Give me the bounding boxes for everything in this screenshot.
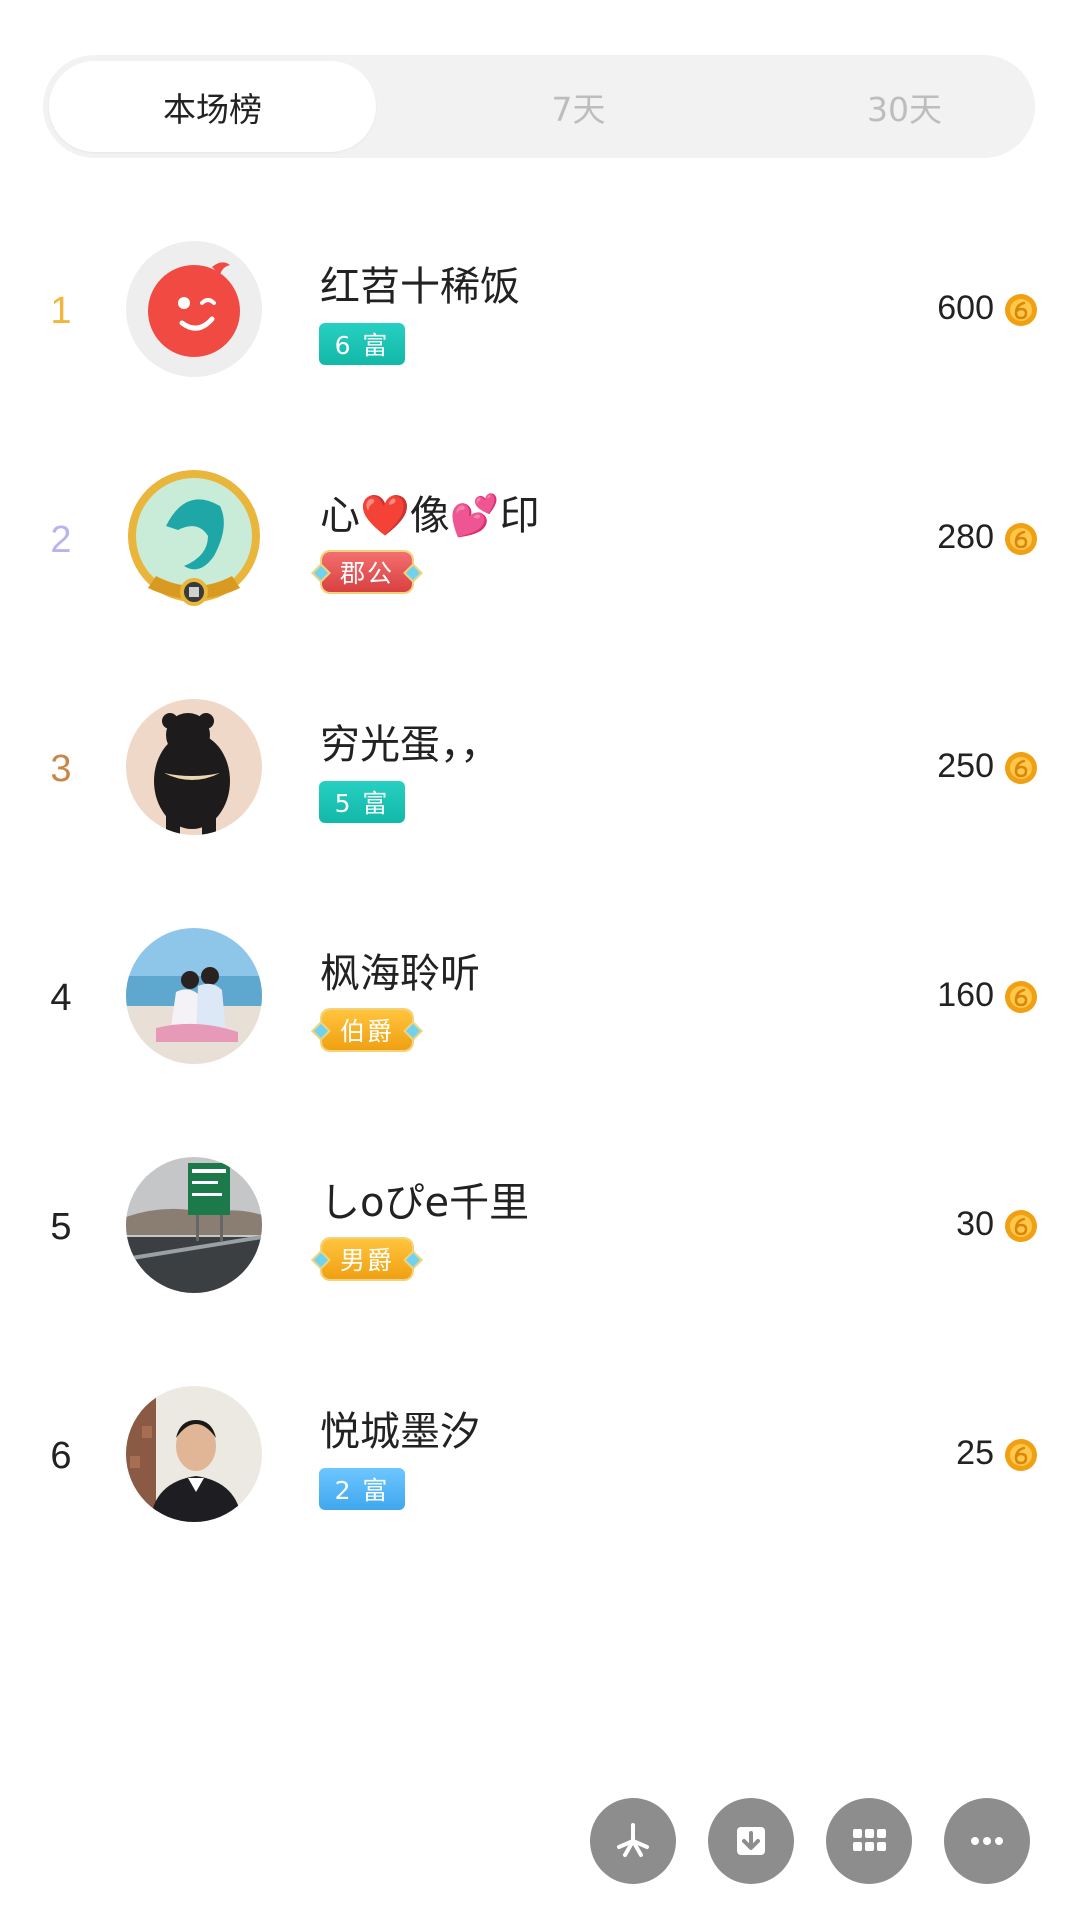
user-name: 心❤️像💕印	[320, 493, 540, 539]
ranking-row[interactable]: 4 枫海聆听 伯爵 160	[0, 907, 1080, 1136]
rank-number: 2	[50, 519, 72, 561]
avatar[interactable]	[126, 928, 262, 1064]
user-name: 悦城墨汐	[320, 1409, 480, 1455]
grid-icon	[853, 1829, 886, 1851]
noble-title-badge: 男爵	[322, 1239, 412, 1279]
ranking-row[interactable]: 1 红苕十稀饭 6 富 600	[0, 220, 1080, 449]
user-name: しoぴe千里	[320, 1180, 530, 1226]
rank-number: 4	[50, 977, 72, 1019]
avatar[interactable]	[126, 470, 262, 606]
rank-number: 1	[50, 290, 72, 332]
wink-face-avatar-icon	[126, 241, 262, 377]
apps-grid-button[interactable]	[826, 1798, 912, 1884]
black-bear-photo-avatar-icon	[126, 699, 262, 835]
score-value: 25	[956, 1434, 994, 1472]
score-value: 280	[937, 518, 994, 556]
tab-current-session[interactable]: 本场榜	[49, 61, 376, 152]
couple-beach-photo-avatar-icon	[126, 928, 262, 1064]
user-name: 枫海聆听	[320, 951, 480, 997]
man-portrait-photo-avatar-icon	[126, 1386, 262, 1522]
coin-icon	[1005, 981, 1037, 1013]
coin-icon	[1005, 294, 1037, 326]
avatar[interactable]	[126, 241, 262, 377]
leaderboard-screen: 本场榜 7天 30天 1 红苕十稀饭 6 富 600 2 心❤️像💕印 郡公 2…	[0, 0, 1080, 1920]
coin-icon	[1005, 1439, 1037, 1471]
ranking-row[interactable]: 3 穷光蛋，， 5 富 250	[0, 678, 1080, 907]
user-name: 穷光蛋，，	[320, 722, 500, 768]
wealth-level-badge: 6 富	[319, 323, 405, 365]
wealth-level-badge: 2 富	[319, 1468, 405, 1510]
ranking-row[interactable]: 2 心❤️像💕印 郡公 280	[0, 449, 1080, 678]
share-button[interactable]	[590, 1798, 676, 1884]
noble-title-badge: 郡公	[322, 552, 412, 592]
tab-7-days[interactable]: 7天	[415, 61, 742, 152]
more-icon	[971, 1837, 1003, 1845]
rank-number: 6	[50, 1435, 72, 1477]
rank-number: 3	[50, 748, 72, 790]
more-button[interactable]	[944, 1798, 1030, 1884]
score-value: 600	[937, 289, 994, 327]
score-value: 160	[937, 976, 994, 1014]
coin-icon	[1005, 523, 1037, 555]
rank-number: 5	[50, 1206, 72, 1248]
tab-30-days[interactable]: 30天	[741, 61, 1068, 152]
ranking-period-tabs: 本场榜 7天 30天	[43, 55, 1035, 158]
coin-icon	[1005, 1210, 1037, 1242]
ranking-row[interactable]: 6 悦城墨汐 2 富 25	[0, 1365, 1080, 1594]
dragon-avatar-with-gold-frame-icon	[128, 470, 260, 606]
avatar[interactable]	[126, 699, 262, 835]
coin-icon	[1005, 752, 1037, 784]
score-value: 30	[956, 1205, 994, 1243]
download-icon	[737, 1827, 765, 1855]
score-value: 250	[937, 747, 994, 785]
highway-sign-photo-avatar-icon	[126, 1157, 262, 1293]
noble-title-badge: 伯爵	[322, 1010, 412, 1050]
avatar[interactable]	[126, 1157, 262, 1293]
ranking-list: 1 红苕十稀饭 6 富 600 2 心❤️像💕印 郡公 280 3 穷光蛋，， …	[0, 220, 1080, 1594]
avatar[interactable]	[126, 1386, 262, 1522]
wealth-level-badge: 5 富	[319, 781, 405, 823]
ranking-row[interactable]: 5 しoぴe千里 男爵 30	[0, 1136, 1080, 1365]
user-name: 红苕十稀饭	[320, 264, 520, 310]
save-button[interactable]	[708, 1798, 794, 1884]
share-pinwheel-icon	[617, 1823, 649, 1857]
